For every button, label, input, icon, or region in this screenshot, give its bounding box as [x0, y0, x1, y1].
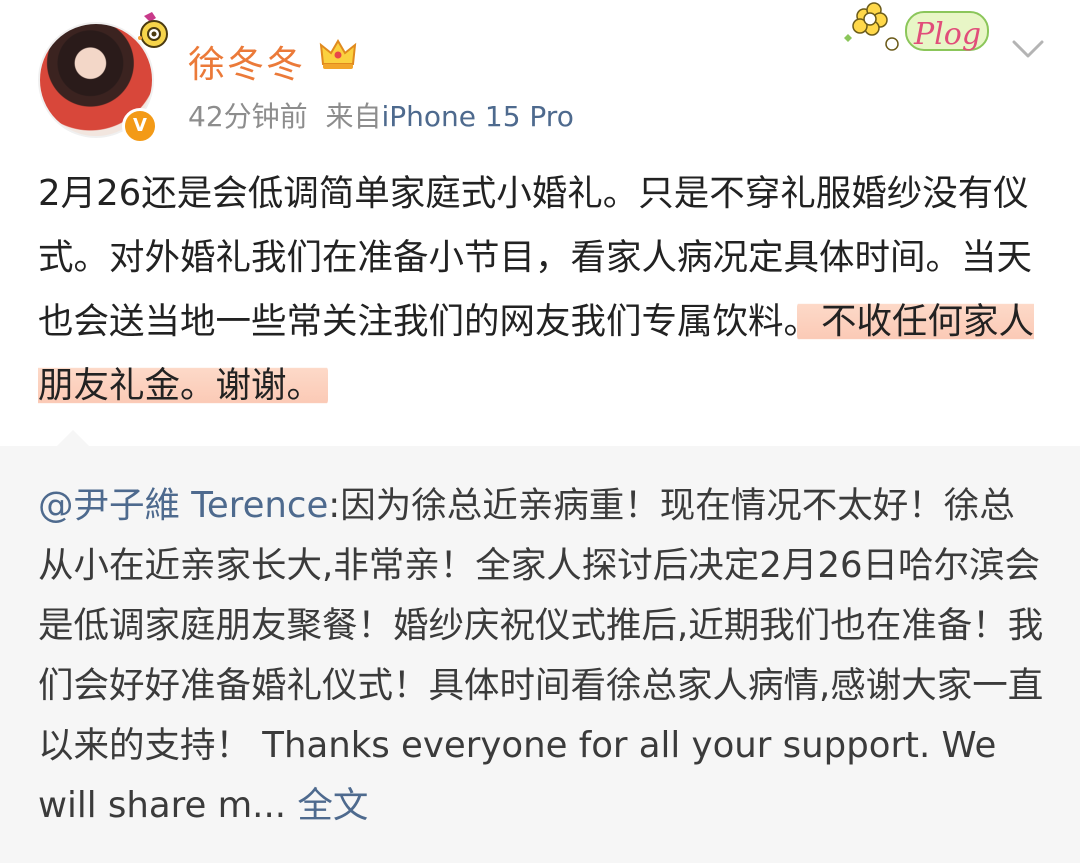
author-name[interactable]: 徐冬冬: [188, 34, 305, 88]
repost-content[interactable]: @尹子維 Terence:因为徐总近亲病重！现在情况不太好！徐总从小在近亲家长大…: [38, 476, 1048, 836]
weibo-post: V 徐冬冬 42分钟前 来自iPhone 15 Pro Plog 2月26还是会…: [0, 0, 1080, 863]
plog-sticker-icon: Plog: [844, 2, 989, 52]
avatar-decoration-icon: [138, 12, 168, 48]
repost-mention-link[interactable]: @尹子維 Terence: [38, 485, 328, 526]
post-meta: 42分钟前 来自iPhone 15 Pro: [188, 95, 574, 135]
post-time: 42分钟前: [188, 100, 308, 133]
plog-text: Plog: [913, 17, 981, 52]
source-prefix: 来自: [325, 100, 382, 133]
source-device[interactable]: iPhone 15 Pro: [381, 100, 573, 133]
post-content: 2月26还是会低调简单家庭式小婚礼。只是不穿礼服婚纱没有仪式。对外婚礼我们在准备…: [38, 162, 1038, 418]
repost-pointer: [56, 430, 90, 447]
verified-badge-icon: V: [122, 108, 158, 144]
repost-text: :因为徐总近亲病重！现在情况不太好！徐总从小在近亲家长大,非常亲！全家人探讨后决…: [38, 485, 1044, 826]
expand-full-text-link[interactable]: 全文: [297, 785, 368, 826]
crown-icon: [319, 39, 357, 69]
avatar-container[interactable]: V: [38, 12, 168, 144]
chevron-down-icon[interactable]: [1008, 36, 1048, 62]
